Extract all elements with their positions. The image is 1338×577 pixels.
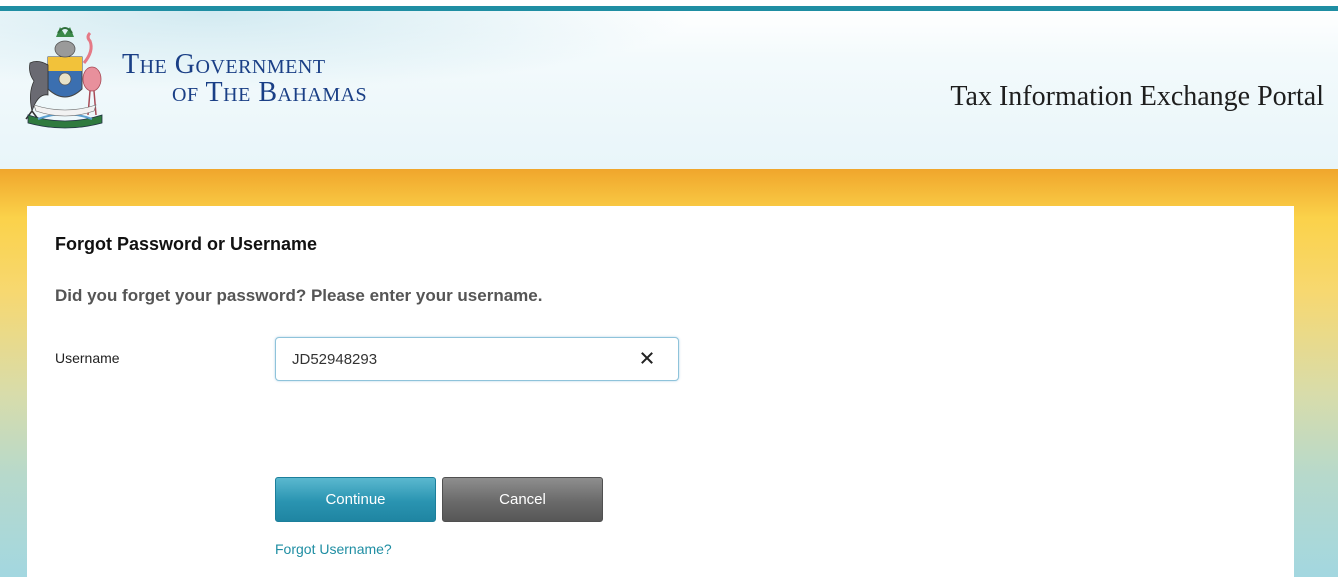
username-label: Username xyxy=(55,350,120,366)
continue-button[interactable]: Continue xyxy=(275,477,436,522)
page-heading: Forgot Password or Username xyxy=(55,234,318,254)
government-title-line1: The Government xyxy=(122,49,326,80)
government-title: The Government of The Bahamas xyxy=(122,51,367,107)
government-title-line2: of The Bahamas xyxy=(172,77,368,108)
content-panel xyxy=(27,206,1294,577)
close-icon[interactable] xyxy=(638,349,656,367)
username-input[interactable] xyxy=(276,338,636,380)
cancel-button[interactable]: Cancel xyxy=(442,477,603,522)
site-header: The Government of The Bahamas Tax Inform… xyxy=(0,11,1338,169)
forgot-username-link[interactable]: Forgot Username? xyxy=(275,541,392,557)
portal-title: Tax Information Exchange Portal xyxy=(950,81,1324,112)
username-field xyxy=(275,337,679,381)
coat-of-arms-logo xyxy=(25,27,103,129)
instruction-text: Did you forget your password? Please ent… xyxy=(55,286,543,305)
